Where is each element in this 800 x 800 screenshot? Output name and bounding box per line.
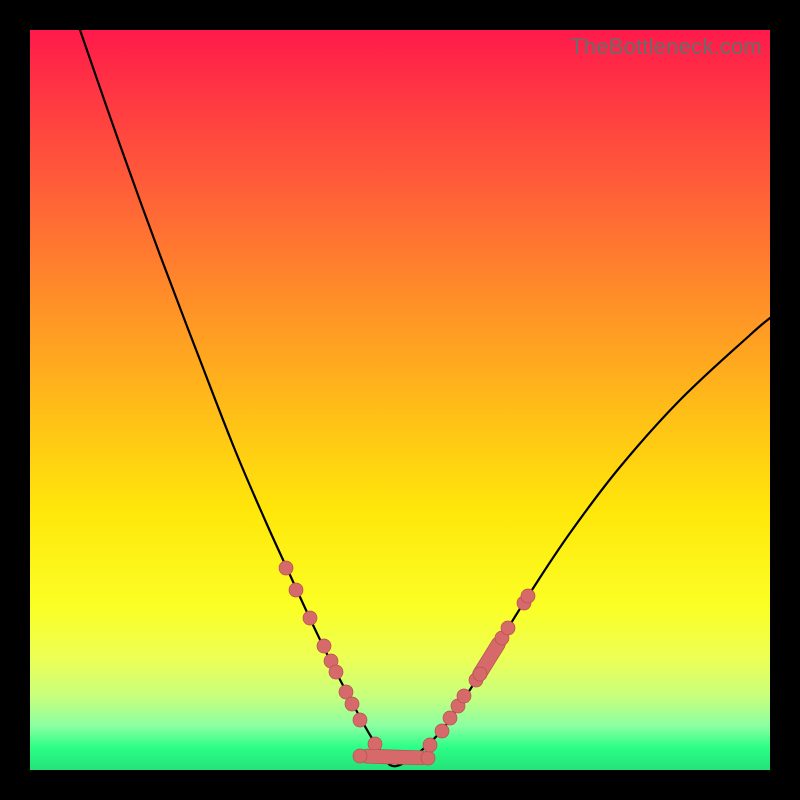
chart-frame: TheBottleneck.com bbox=[0, 0, 800, 800]
marker-layer bbox=[279, 561, 535, 765]
data-point bbox=[317, 639, 331, 653]
curve-layer bbox=[30, 30, 770, 770]
data-point bbox=[289, 583, 303, 597]
data-point bbox=[303, 611, 317, 625]
data-point bbox=[423, 738, 437, 752]
data-point bbox=[329, 665, 343, 679]
data-point bbox=[501, 621, 515, 635]
plot-area: TheBottleneck.com bbox=[30, 30, 770, 770]
data-point bbox=[443, 711, 457, 725]
data-point bbox=[435, 724, 449, 738]
data-point bbox=[279, 561, 293, 575]
data-point-pill bbox=[360, 749, 428, 765]
data-point bbox=[368, 737, 382, 751]
data-point bbox=[521, 589, 535, 603]
data-point bbox=[353, 749, 367, 763]
bottleneck-curve bbox=[80, 30, 770, 766]
data-point bbox=[421, 751, 435, 765]
data-point bbox=[473, 667, 487, 681]
data-point bbox=[345, 697, 359, 711]
data-point bbox=[353, 713, 367, 727]
data-point bbox=[457, 689, 471, 703]
